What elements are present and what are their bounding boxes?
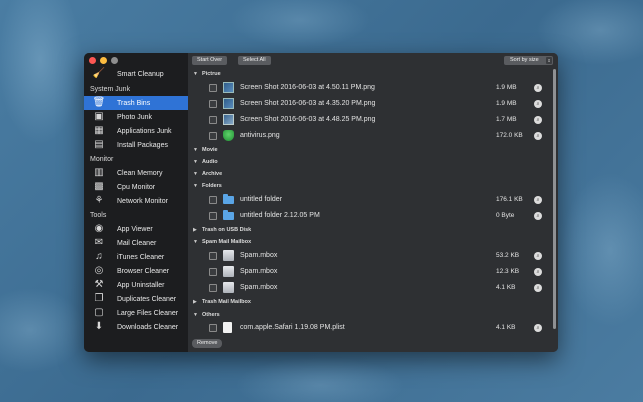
mailbox-file-icon	[223, 266, 234, 277]
file-checkbox[interactable]	[209, 132, 217, 140]
broom-icon: 🧹	[92, 68, 106, 79]
select-all-button[interactable]: Select All	[238, 56, 271, 65]
document-icon	[223, 322, 232, 333]
shield-icon	[223, 130, 234, 141]
download-icon: ⬇	[94, 321, 104, 332]
sidebar-item-network-monitor[interactable]: ⚘ Network Monitor	[84, 194, 188, 208]
file-checkbox[interactable]	[209, 196, 217, 204]
vertical-scrollbar[interactable]	[553, 69, 556, 329]
main-panel: Start Over Select All Sort by size ⇕ ▼ P…	[188, 53, 558, 352]
reveal-magnifier-icon[interactable]: ⌕	[534, 284, 542, 292]
file-row[interactable]: antivirus.png 172.0 KB ⌕	[188, 128, 548, 144]
disclosure-open-icon: ▼	[193, 147, 198, 153]
window-controls	[89, 57, 118, 64]
folder-icon	[223, 210, 234, 220]
sidebar-item-photo-junk[interactable]: ▣ Photo Junk	[84, 110, 188, 124]
sidebar-item-browser-cleaner[interactable]: ◎ Browser Cleaner	[84, 264, 188, 278]
reveal-magnifier-icon[interactable]: ⌕	[534, 324, 542, 332]
cpu-icon: ▩	[94, 181, 104, 192]
file-row[interactable]: Screen Shot 2016-06-03 at 4.48.25 PM.png…	[188, 112, 548, 128]
duplicate-icon: ❐	[94, 293, 104, 304]
sidebar-item-clean-memory[interactable]: ▥ Clean Memory	[84, 166, 188, 180]
file-row[interactable]: Spam.mbox 12.3 KB ⌕	[188, 264, 548, 280]
file-row[interactable]: Screen Shot 2016-06-03 at 4.50.11 PM.png…	[188, 80, 548, 96]
globe-icon: ◎	[94, 265, 104, 276]
file-checkbox[interactable]	[209, 100, 217, 108]
file-row[interactable]: Screen Shot 2016-06-03 at 4.35.20 PM.png…	[188, 96, 548, 112]
file-row[interactable]: untitled folder 176.1 KB ⌕	[188, 192, 548, 208]
disclosure-open-icon: ▼	[193, 171, 198, 177]
app-window: 🧹 Smart Cleanup System Junk 🗑 Trash Bins…	[84, 53, 558, 352]
sidebar-item-applications-junk[interactable]: ▦ Applications Junk	[84, 124, 188, 138]
sidebar-item-downloads-cleaner[interactable]: ⬇ Downloads Cleaner	[84, 320, 188, 334]
disclosure-open-icon: ▼	[193, 159, 198, 165]
reveal-magnifier-icon[interactable]: ⌕	[534, 84, 542, 92]
close-window-button[interactable]	[89, 57, 96, 64]
image-file-icon	[223, 114, 234, 125]
image-file-icon	[223, 82, 234, 93]
music-icon: ♫	[95, 251, 103, 262]
file-row[interactable]: untitled folder 2.12.05 PM 0 Byte ⌕	[188, 208, 548, 224]
section-system-junk: System Junk	[90, 86, 131, 93]
file-row[interactable]: Spam.mbox 4.1 KB ⌕	[188, 280, 548, 296]
disclosure-open-icon: ▼	[193, 71, 198, 77]
reveal-magnifier-icon[interactable]: ⌕	[534, 116, 542, 124]
sidebar-item-cpu-monitor[interactable]: ▩ Cpu Monitor	[84, 180, 188, 194]
file-checkbox[interactable]	[209, 324, 217, 332]
sidebar: 🧹 Smart Cleanup System Junk 🗑 Trash Bins…	[84, 53, 188, 352]
minimize-window-button[interactable]	[100, 57, 107, 64]
reveal-magnifier-icon[interactable]: ⌕	[534, 196, 542, 204]
disclosure-open-icon: ▼	[193, 183, 198, 189]
reveal-magnifier-icon[interactable]: ⌕	[534, 252, 542, 260]
sidebar-item-duplicates-cleaner[interactable]: ❐ Duplicates Cleaner	[84, 292, 188, 306]
network-icon: ⚘	[94, 195, 104, 206]
folder-icon	[223, 194, 234, 204]
disclosure-closed-icon: ▶	[193, 227, 197, 233]
sidebar-item-itunes-cleaner[interactable]: ♫ iTunes Cleaner	[84, 250, 188, 264]
file-row[interactable]: com.apple.Safari 1.19.08 PM.plist 4.1 KB…	[188, 320, 548, 336]
sort-select[interactable]: Sort by size ⇕	[504, 56, 553, 65]
sort-label: Sort by size	[510, 57, 539, 63]
sidebar-item-app-viewer[interactable]: ◉ App Viewer	[84, 222, 188, 236]
file-checkbox[interactable]	[209, 212, 217, 220]
sidebar-item-large-files-cleaner[interactable]: ▢ Large Files Cleaner	[84, 306, 188, 320]
disclosure-open-icon: ▼	[193, 312, 198, 318]
reveal-magnifier-icon[interactable]: ⌕	[534, 268, 542, 276]
zoom-window-button[interactable]	[111, 57, 118, 64]
mail-icon: ✉	[94, 237, 104, 248]
memory-chip-icon: ▥	[94, 167, 104, 178]
file-checkbox[interactable]	[209, 116, 217, 124]
reveal-magnifier-icon[interactable]: ⌕	[534, 212, 542, 220]
disclosure-closed-icon: ▶	[193, 299, 197, 305]
wrench-icon: ⚒	[94, 279, 104, 290]
file-row[interactable]: Spam.mbox 53.2 KB ⌕	[188, 248, 548, 264]
file-checkbox[interactable]	[209, 268, 217, 276]
image-file-icon	[223, 98, 234, 109]
apps-grid-icon: ▦	[94, 125, 104, 136]
disclosure-open-icon: ▼	[193, 239, 198, 245]
file-checkbox[interactable]	[209, 284, 217, 292]
sidebar-item-mail-cleaner[interactable]: ✉ Mail Cleaner	[84, 236, 188, 250]
reveal-magnifier-icon[interactable]: ⌕	[534, 132, 542, 140]
file-checkbox[interactable]	[209, 84, 217, 92]
start-over-button[interactable]: Start Over	[192, 56, 228, 65]
trash-icon: 🗑	[92, 97, 106, 108]
photo-icon: ▣	[94, 111, 104, 122]
file-checkbox[interactable]	[209, 252, 217, 260]
sidebar-item-smart-cleanup[interactable]: 🧹 Smart Cleanup	[84, 67, 188, 81]
section-tools: Tools	[90, 212, 107, 219]
large-file-icon: ▢	[94, 307, 104, 318]
remove-button[interactable]: Remove	[192, 339, 223, 348]
section-monitor: Monitor	[90, 156, 114, 163]
package-icon: ▤	[94, 139, 104, 150]
mailbox-file-icon	[223, 250, 234, 261]
reveal-magnifier-icon[interactable]: ⌕	[534, 100, 542, 108]
sidebar-item-app-uninstaller[interactable]: ⚒ App Uninstaller	[84, 278, 188, 292]
sidebar-item-trash-bins[interactable]: 🗑 Trash Bins	[84, 96, 188, 110]
chevron-updown-icon: ⇕	[546, 57, 552, 64]
mailbox-file-icon	[223, 282, 234, 293]
eye-icon: ◉	[94, 223, 104, 234]
sidebar-item-install-packages[interactable]: ▤ Install Packages	[84, 138, 188, 152]
